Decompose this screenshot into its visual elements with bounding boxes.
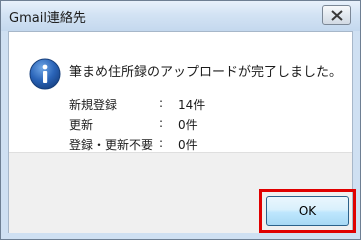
close-icon bbox=[331, 10, 343, 21]
summary-colon: : bbox=[159, 116, 164, 130]
summary-label: 新規登録 bbox=[69, 98, 118, 112]
close-button[interactable] bbox=[322, 5, 351, 25]
title-bar[interactable]: Gmail連絡先 bbox=[1, 1, 360, 31]
completion-message: 筆まめ住所録のアップロードが完了しました。 bbox=[69, 65, 343, 80]
summary-value: 0件 bbox=[178, 138, 198, 152]
summary-colon: : bbox=[159, 136, 164, 150]
summary-label: 更新 bbox=[69, 118, 94, 132]
button-bar: OK bbox=[9, 152, 356, 233]
dialog-window: Gmail連絡先 筆まめ住所録のアップロードが完了しました。 新規登録: 14… bbox=[0, 0, 361, 240]
dialog-content: 筆まめ住所録のアップロードが完了しました。 新規登録 : 14件 更新 : 0件… bbox=[8, 31, 356, 233]
window-title: Gmail連絡先 bbox=[9, 11, 86, 26]
summary-value: 14件 bbox=[178, 98, 206, 112]
ok-button[interactable]: OK bbox=[266, 196, 349, 226]
summary-label: 登録・更新不要 bbox=[69, 138, 154, 152]
summary-colon: : bbox=[159, 96, 164, 110]
information-icon bbox=[29, 58, 61, 90]
summary-value: 0件 bbox=[178, 118, 198, 132]
